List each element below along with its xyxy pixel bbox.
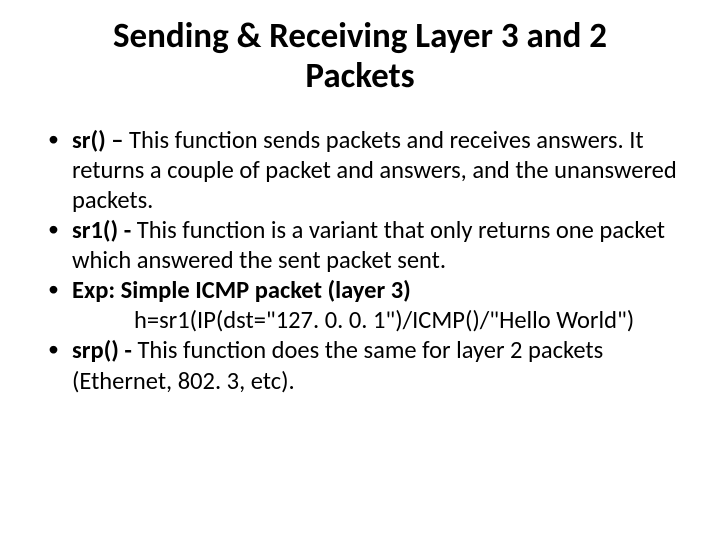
bullet-list: sr() – This function sends packets and r…: [42, 125, 678, 306]
slide: Sending & Receiving Layer 3 and 2 Packet…: [0, 0, 720, 540]
list-item: sr() – This function sends packets and r…: [42, 125, 678, 215]
slide-title: Sending & Receiving Layer 3 and 2 Packet…: [72, 16, 648, 97]
list-item: Exp: Simple ICMP packet (layer 3): [42, 275, 678, 305]
item-bold: sr1() -: [72, 215, 137, 245]
list-item: srp() - This function does the same for …: [42, 335, 678, 395]
item-bold: srp() -: [72, 335, 137, 365]
list-item: sr1() - This function is a variant that …: [42, 215, 678, 275]
item-text: This function does the same for layer 2 …: [72, 335, 603, 395]
bullet-list-2: srp() - This function does the same for …: [42, 335, 678, 395]
item-bold: sr() –: [72, 125, 129, 155]
code-line: h=sr1(IP(dst="127. 0. 0. 1")/ICMP()/"Hel…: [42, 305, 678, 335]
item-text: This function sends packets and receives…: [72, 125, 677, 215]
item-bold: Exp: Simple ICMP packet (layer 3): [72, 275, 411, 305]
item-text: This function is a variant that only ret…: [72, 215, 665, 275]
